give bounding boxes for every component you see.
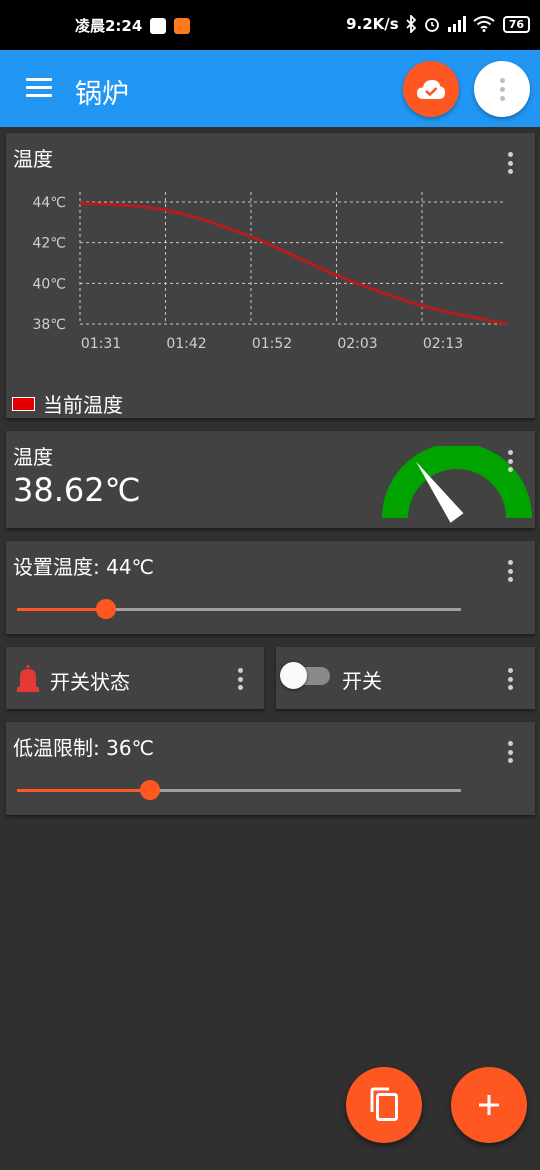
battery-indicator: 76	[502, 15, 530, 33]
chart-y-tick-label: 44℃	[32, 195, 66, 211]
cloud-check-icon	[417, 80, 445, 99]
more-options-button[interactable]	[474, 61, 530, 117]
set-temperature-slider[interactable]	[17, 599, 461, 619]
app-bar: 锅炉	[0, 50, 540, 127]
bluetooth-icon	[406, 15, 416, 33]
alarm-icon	[424, 18, 439, 32]
copy-icon	[370, 1087, 398, 1121]
chart-x-tick-label: 01:31	[81, 336, 121, 352]
set-temperature-card: 设置温度: 44℃	[6, 541, 535, 634]
app-title: 锅炉	[75, 79, 129, 110]
signal-icon	[447, 16, 466, 32]
wifi-icon	[473, 16, 495, 32]
alarm-light-icon	[17, 665, 39, 692]
network-speed: 9.2K/s	[346, 15, 399, 33]
set-temperature-menu-icon[interactable]	[500, 558, 520, 584]
switch-status-menu-icon[interactable]	[230, 666, 250, 692]
legend-label: 当前温度	[43, 393, 123, 417]
low-temp-limit-title: 低温限制: 36℃	[13, 736, 155, 760]
temperature-gauge-card: 温度 38.62℃	[6, 431, 535, 528]
chart-x-tick-label: 01:42	[166, 336, 206, 352]
switch-status-label: 开关状态	[50, 670, 130, 694]
chart-y-tick-label: 42℃	[32, 236, 66, 252]
switch-label: 开关	[342, 669, 382, 693]
status-left: 凌晨2:24	[75, 15, 191, 36]
temperature-chart-card: 温度 44℃ 42℃ 40℃ 38℃ 01:31 01:42 01:52 02:03 02:1…	[6, 133, 535, 418]
chart-card-menu-icon[interactable]	[500, 150, 520, 176]
slider-fill	[17, 789, 151, 792]
status-right: 9.2K/s 76	[346, 15, 530, 33]
temperature-value: 38.62℃	[13, 471, 141, 509]
chart-x-tick-label: 02:03	[337, 336, 377, 352]
chart-legend: 当前温度	[12, 389, 123, 418]
gauge-card-title: 温度	[13, 445, 53, 469]
switch-thumb[interactable]	[280, 662, 307, 689]
more-vert-icon	[499, 77, 505, 101]
status-bar: 凌晨2:24 9.2K/s 76	[0, 0, 540, 50]
switch-status-card: 开关状态	[6, 647, 264, 709]
chart-card-title: 温度	[13, 147, 53, 171]
chart-x-tick-label: 01:52	[252, 336, 292, 352]
temperature-line-chart: 44℃ 42℃ 40℃ 38℃ 01:31 01:42 01:52 02:03 02:13	[32, 192, 508, 352]
gauge-card-menu-icon[interactable]	[500, 448, 520, 474]
add-fab[interactable]	[451, 1067, 527, 1143]
menu-icon[interactable]	[26, 78, 52, 98]
mi-app-icon	[174, 17, 191, 34]
chart-y-tick-label: 38℃	[32, 317, 66, 333]
chart-series-line-current-temp	[79, 201, 508, 326]
cloud-sync-button[interactable]	[403, 61, 459, 117]
slider-thumb[interactable]	[140, 780, 161, 800]
legend-swatch	[12, 396, 35, 411]
chart-y-tick-label: 40℃	[32, 276, 66, 292]
power-switch[interactable]	[276, 647, 336, 709]
low-temp-limit-card: 低温限制: 36℃	[6, 722, 535, 815]
set-temperature-title: 设置温度: 44℃	[13, 555, 155, 579]
slider-fill	[17, 608, 106, 611]
chart-x-tick-label: 02:13	[423, 336, 463, 352]
low-temp-limit-menu-icon[interactable]	[500, 739, 520, 765]
copy-fab[interactable]	[346, 1067, 422, 1143]
switch-card: 开关	[276, 647, 535, 709]
plus-icon	[479, 1095, 499, 1115]
switch-card-menu-icon[interactable]	[500, 666, 520, 692]
slider-thumb[interactable]	[95, 599, 116, 619]
low-temp-limit-slider[interactable]	[17, 780, 461, 800]
status-time: 凌晨2:24	[75, 17, 143, 35]
wifi-share-icon	[150, 17, 167, 34]
